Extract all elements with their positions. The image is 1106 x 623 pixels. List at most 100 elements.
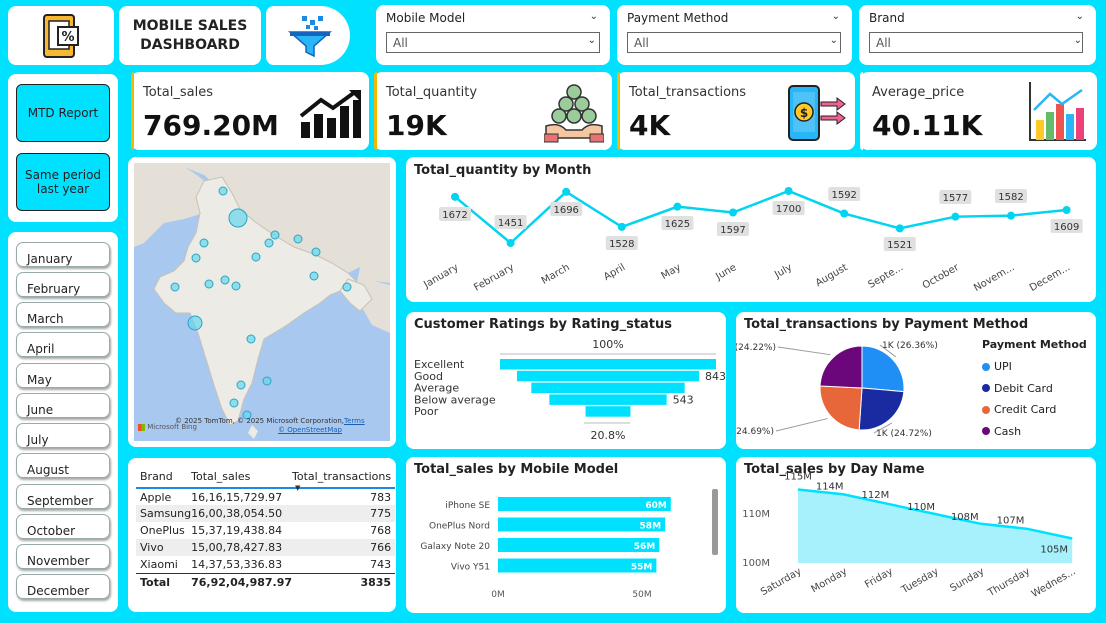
cell-transactions: 775 [370, 507, 392, 520]
same-period-last-year-button[interactable]: Same period last year [16, 153, 110, 211]
data-point [784, 187, 793, 195]
pie-data-label: 1K (26.36%) [882, 341, 938, 351]
chevron-down-icon[interactable]: ⌄ [1076, 11, 1084, 22]
bar-category-label: OnePlus Nord [429, 522, 490, 532]
month-button-july[interactable]: July [16, 423, 110, 448]
month-button-october[interactable]: October [16, 514, 110, 539]
data-point [1062, 206, 1071, 215]
cell-transactions: 743 [370, 557, 392, 571]
data-label: 1451 [498, 218, 523, 229]
slicer-label: Payment Method [627, 11, 729, 25]
funnel-bar [585, 406, 631, 417]
table-total-row: Total 76,92,04,987.97 3835 [136, 573, 396, 591]
x-tick-label: Septe... [866, 262, 905, 291]
kpi-value: 19K [386, 109, 447, 142]
funnel-value-label: 543 [673, 393, 694, 406]
month-button-november[interactable]: November [16, 544, 110, 569]
month-button-march[interactable]: March [16, 302, 110, 327]
map-osm-link[interactable]: © OpenStreetMap [278, 426, 342, 434]
slicer-dropdown[interactable]: All [869, 32, 1083, 53]
chevron-down-icon[interactable]: ⌄ [832, 11, 840, 22]
table-row[interactable]: Samsung 16,00,38,054.50 775 [136, 505, 396, 522]
slicer-payment-method[interactable]: Payment Method ⌄ All ⌄ [617, 5, 852, 65]
cell-brand: Apple [140, 490, 172, 504]
data-point [895, 224, 904, 233]
x-tick-label: June [713, 262, 738, 283]
cell-transactions: 768 [370, 524, 392, 537]
ratings-funnel-chart[interactable]: 100%ExcellentGood 843AverageBelow average… [406, 312, 726, 449]
data-label: 1700 [776, 204, 801, 215]
slicer-mobile-model[interactable]: Mobile Model ⌄ All ⌄ [376, 5, 610, 65]
x-tick-label: Tuesday [899, 566, 941, 596]
month-button-february[interactable]: February [16, 272, 110, 297]
funnel-top-label: 100% [592, 338, 623, 351]
cell-sales: 15,37,19,438.84 [191, 524, 283, 537]
chevron-down-icon[interactable]: ⌄ [1074, 35, 1082, 46]
month-button-january[interactable]: January [16, 242, 110, 267]
x-tick-label: March [540, 262, 572, 287]
slicer-dropdown[interactable]: All [386, 32, 600, 53]
chevron-down-icon[interactable]: ⌄ [830, 35, 838, 46]
cell-brand: Vivo [140, 541, 164, 554]
kpi-accent [131, 72, 134, 150]
kpi-accent [860, 72, 863, 150]
phone-percent-icon: % [43, 14, 79, 58]
pie-data-label: 1K (24.72%) [876, 429, 932, 439]
data-point [562, 187, 571, 196]
month-button-december[interactable]: December [16, 574, 110, 599]
area-data-label: 114M [816, 481, 844, 492]
column-header[interactable]: Total_sales [191, 466, 292, 488]
sort-descending-icon[interactable]: ▼ [295, 484, 300, 492]
table-row[interactable]: Apple 16,16,15,729.97 783 [136, 488, 395, 505]
month-button-august[interactable]: August [16, 453, 110, 478]
legend-item[interactable]: UPI [982, 356, 1056, 378]
table-row[interactable]: OnePlus 15,37,19,438.84 768 [136, 522, 395, 539]
brand-table: Brand Total_sales Total_transactions App… [136, 466, 396, 591]
mtd-report-button[interactable]: MTD Report [16, 84, 110, 142]
svg-text:%: % [61, 30, 74, 45]
slicer-brand[interactable]: Brand ⌄ All ⌄ [859, 5, 1096, 65]
table-row[interactable]: Xiaomi 14,37,53,336.83 743 [136, 556, 395, 573]
cell-brand: Samsung [140, 507, 192, 520]
chevron-down-icon[interactable]: ⌄ [590, 11, 598, 22]
table-row[interactable]: Vivo 15,00,78,427.83 766 [136, 539, 396, 556]
kpi-label: Total_transactions [629, 85, 747, 100]
india-map[interactable] [134, 163, 390, 441]
cell-sales: 15,00,78,427.83 [191, 541, 283, 554]
legend-item[interactable]: Debit Card [982, 378, 1056, 400]
pie-data-label: 1K (24.22%) [736, 343, 776, 353]
column-header[interactable]: Total_transactions [292, 466, 395, 488]
month-button-april[interactable]: April [16, 332, 110, 357]
scrollbar[interactable] [712, 489, 718, 555]
mobile-payment-icon: $ [788, 85, 846, 141]
model-bar-chart[interactable]: 60M iPhone SE 58M OnePlus Nord 56M Galaxy Not… [406, 457, 726, 613]
column-header[interactable]: Brand [136, 466, 191, 488]
map-terms-link[interactable]: Terms [344, 417, 365, 425]
nav-buttons-card: MTD Report Same period last year [8, 74, 118, 222]
kpi-label: Total_sales [143, 85, 213, 100]
chevron-down-icon[interactable]: ⌄ [588, 35, 596, 46]
legend-label: Cash [994, 424, 1022, 438]
data-label: 1597 [720, 225, 745, 236]
legend-item[interactable]: Credit Card [982, 399, 1056, 421]
x-tick-label: Monday [810, 566, 850, 595]
month-button-september[interactable]: September [16, 484, 110, 509]
filter-icon-card [266, 6, 350, 65]
legend-dot [982, 427, 990, 436]
month-button-may[interactable]: May [16, 363, 110, 388]
data-label: 1625 [665, 219, 690, 230]
kpi-total-quantity: Total_quantity 19K [374, 72, 612, 150]
kpi-average-price: Average_price 40.11K [860, 72, 1097, 150]
slicer-dropdown[interactable]: All [627, 32, 841, 53]
legend-label: Debit Card [994, 381, 1053, 395]
slicer-label: Mobile Model [386, 11, 466, 25]
kpi-label: Total_quantity [386, 85, 478, 100]
day-area-chart[interactable]: 110M 100M 115M Saturday 114M Monday 112M Friday… [736, 457, 1096, 613]
data-point [729, 208, 737, 217]
funnel-category-label: Poor [414, 405, 439, 418]
legend-item[interactable]: Cash [982, 421, 1056, 443]
quantity-line-chart[interactable]: 1672 January 1451 February 1696 March 1528 Apri… [406, 157, 1096, 302]
data-label: 1521 [887, 240, 912, 251]
colored-bars-chart-icon [1029, 82, 1086, 141]
month-button-june[interactable]: June [16, 393, 110, 418]
